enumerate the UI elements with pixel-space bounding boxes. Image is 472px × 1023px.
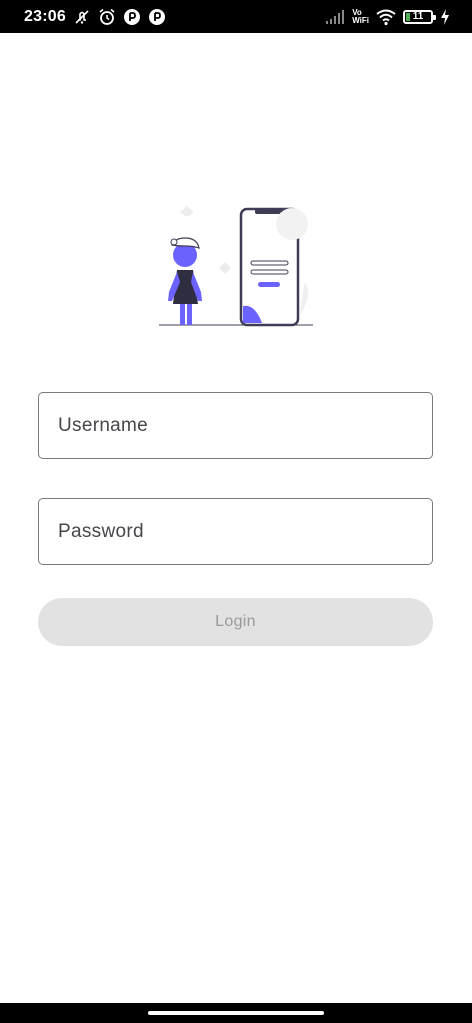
wifi-text: WiFi bbox=[352, 15, 369, 25]
status-left: 23:06 bbox=[24, 8, 166, 26]
password-input[interactable] bbox=[58, 520, 432, 543]
battery-fill bbox=[406, 12, 410, 21]
username-input[interactable] bbox=[58, 414, 432, 437]
battery-icon: 11 bbox=[403, 9, 436, 24]
muted-notification-icon bbox=[73, 8, 91, 26]
charging-icon bbox=[440, 8, 450, 26]
home-indicator[interactable] bbox=[148, 1011, 324, 1015]
vowifi-label: Vo WiFi bbox=[352, 8, 369, 25]
alarm-icon bbox=[98, 8, 116, 26]
navigation-bar bbox=[0, 1003, 472, 1023]
login-illustration bbox=[155, 200, 317, 332]
status-time: 23:06 bbox=[24, 7, 66, 25]
signal-icon bbox=[325, 8, 345, 26]
battery-level: 11 bbox=[412, 11, 424, 22]
app-notification-icon bbox=[123, 8, 141, 26]
status-right: Vo WiFi 11 bbox=[325, 8, 450, 26]
password-field[interactable] bbox=[38, 498, 433, 565]
app-notification-icon bbox=[148, 8, 166, 26]
status-bar: 23:06 Vo WiFi 11 bbox=[0, 0, 472, 33]
login-button[interactable]: Login bbox=[38, 598, 433, 646]
username-field[interactable] bbox=[38, 392, 433, 459]
wifi-icon bbox=[376, 8, 396, 26]
